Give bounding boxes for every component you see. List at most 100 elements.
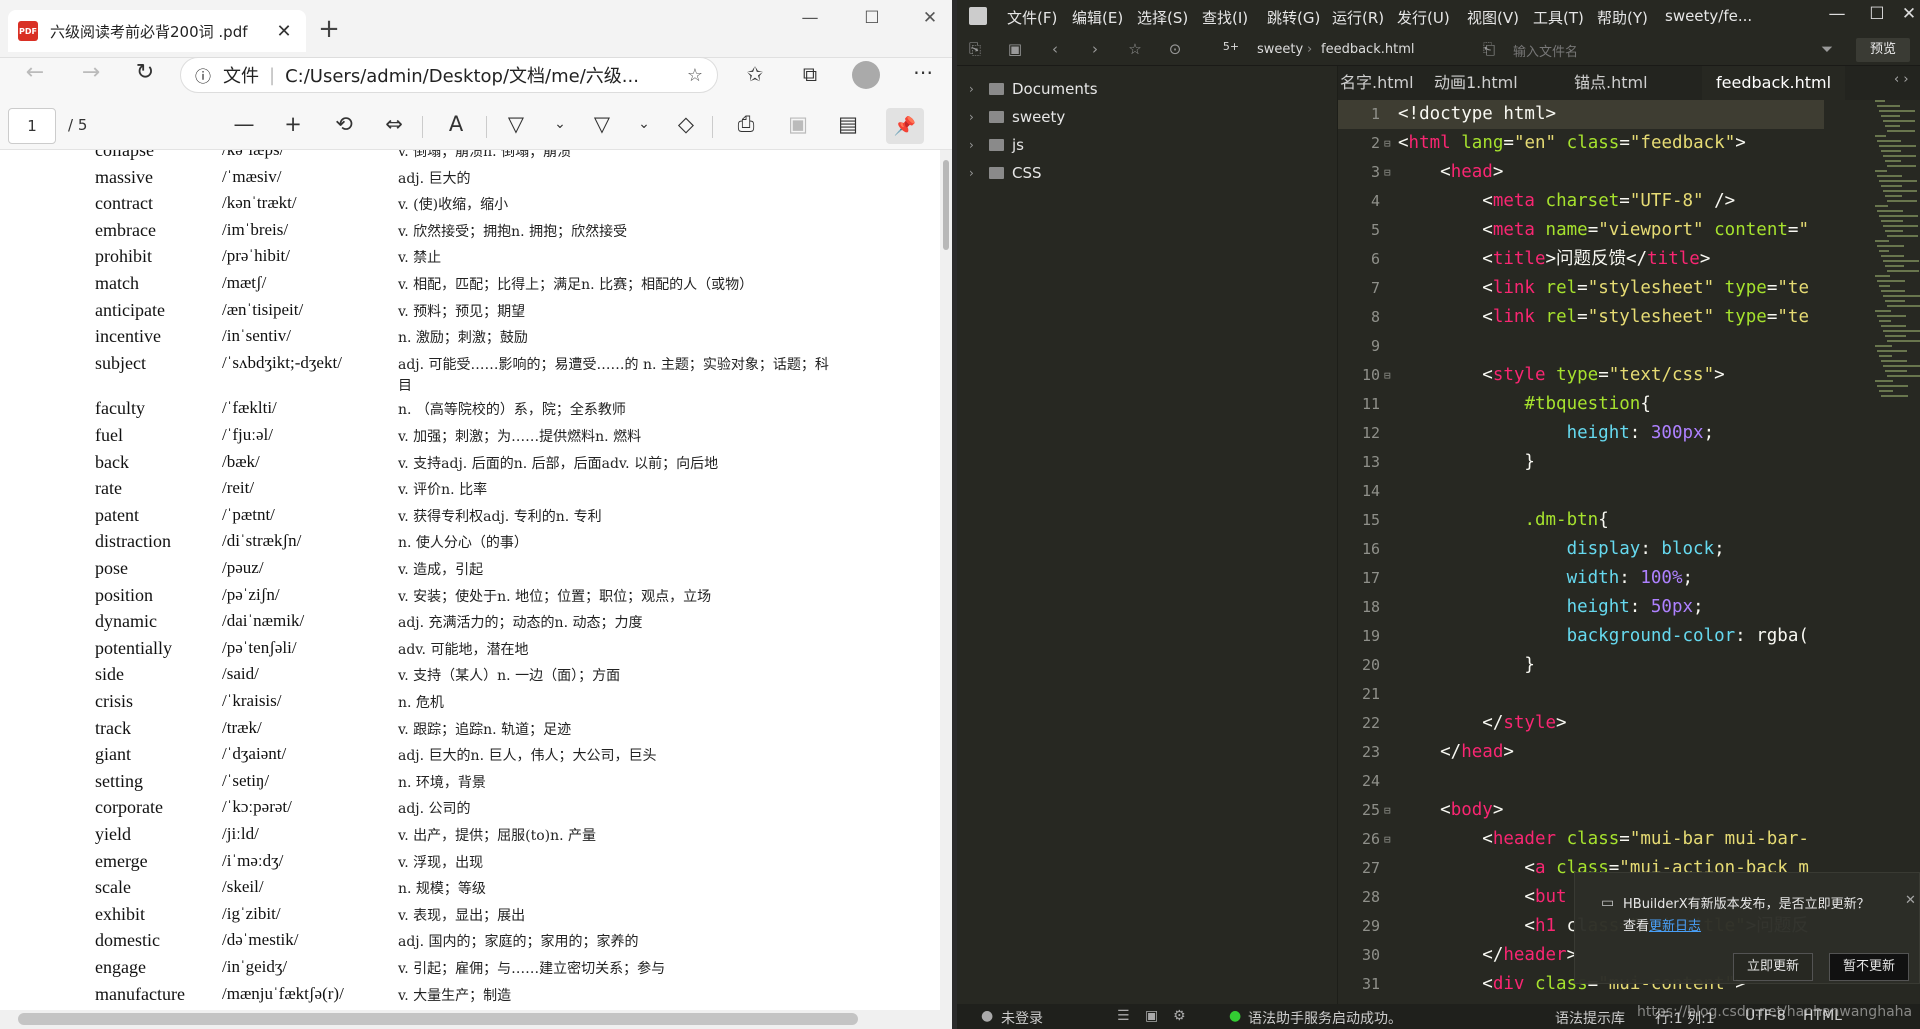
info-icon[interactable]: ⓘ	[195, 63, 211, 87]
minimap-line	[1879, 355, 1892, 357]
chevron-down-icon[interactable]: ⌄	[544, 116, 576, 132]
fold-toggle-icon[interactable]: ⊟	[1384, 158, 1391, 187]
plugin-icon[interactable]: ⚙	[1173, 1008, 1186, 1024]
editor-tab[interactable]: feedback.html	[1702, 66, 1846, 100]
print-icon[interactable]: ⎙	[730, 112, 762, 137]
fold-toggle-icon[interactable]: ⊟	[1384, 796, 1391, 825]
favorites-icon[interactable]: ✩	[739, 62, 771, 86]
more-icon[interactable]: ⋯	[907, 60, 939, 84]
editor-tab[interactable]: 动画1.html	[1420, 66, 1532, 100]
filter-icon[interactable]: ⏷	[1815, 40, 1839, 58]
horizontal-scroll-thumb[interactable]	[18, 1013, 858, 1025]
back-arrow-icon[interactable]: ‹	[1043, 40, 1067, 58]
syntax-hint[interactable]: 语法提示库	[1555, 1008, 1625, 1028]
code-text: width: 100%;	[1398, 564, 1693, 593]
minimap-line	[1881, 325, 1906, 327]
fold-toggle-icon[interactable]: ⊟	[1384, 361, 1391, 390]
close-tab-icon[interactable]: ✕	[272, 21, 296, 42]
forward-arrow-icon[interactable]: ›	[1083, 40, 1107, 58]
minimap-line	[1881, 185, 1902, 187]
code-text: </head>	[1398, 738, 1514, 767]
address-text[interactable]: C:/Users/admin/Desktop/文档/me/六级...	[285, 62, 639, 88]
forward-arrow-icon[interactable]: →	[74, 60, 108, 85]
tree-item[interactable]: › js	[969, 136, 1024, 154]
code-token: :	[1640, 539, 1662, 559]
zoom-out-icon[interactable]: —	[228, 112, 260, 136]
menu-item[interactable]: 视图(V)	[1467, 7, 1519, 28]
vocab-phonetic: /pəˈtenʃəli/	[222, 637, 297, 657]
back-arrow-icon[interactable]: ←	[18, 60, 52, 85]
tree-item[interactable]: › sweety	[969, 108, 1065, 126]
breadcrumb-file[interactable]: feedback.html	[1321, 42, 1414, 57]
tab-scroll-arrows-icon[interactable]: ‹ ›	[1894, 72, 1909, 87]
eraser-icon[interactable]: ◇	[670, 112, 702, 136]
menu-item[interactable]: 选择(S)	[1137, 7, 1188, 28]
outline-icon[interactable]: ☰	[1117, 1008, 1130, 1024]
page-number-input[interactable]: 1	[8, 108, 56, 144]
avatar[interactable]	[852, 61, 880, 89]
editor-tab[interactable]: 名字.html	[1338, 66, 1428, 100]
bookmark-star-icon[interactable]: ☆	[1123, 40, 1147, 58]
new-file-icon[interactable]: ⎘	[963, 40, 987, 58]
breadcrumb-project[interactable]: sweety	[1257, 42, 1303, 57]
menu-item[interactable]: 发行(U)	[1397, 7, 1450, 28]
breadcrumb-separator: ›	[1307, 42, 1313, 57]
chevron-right-icon[interactable]: ›	[969, 82, 981, 96]
run-icon[interactable]: ⊙	[1163, 40, 1187, 58]
maximize-icon[interactable]: ☐	[852, 8, 892, 28]
favorite-star-icon[interactable]: ☆	[687, 65, 703, 86]
menu-item[interactable]: 工具(T)	[1533, 7, 1584, 28]
menu-item[interactable]: 帮助(Y)	[1597, 7, 1648, 28]
minimap-line	[1881, 255, 1904, 257]
address-bar[interactable]: ⓘ 文件 | C:/Users/admin/Desktop/文档/me/六级..…	[180, 57, 718, 93]
vocab-word: dynamic	[95, 611, 157, 632]
close-icon[interactable]: ✕	[1905, 893, 1916, 908]
browser-tab[interactable]: PDF 六级阅读考前必背200词 .pdf ✕	[8, 10, 306, 52]
vocab-word: subject	[95, 352, 146, 373]
close-window-icon[interactable]: ✕	[1889, 4, 1920, 24]
menu-item[interactable]: 跳转(G)	[1267, 7, 1320, 28]
open-file-icon[interactable]: ⎗	[1477, 40, 1501, 58]
vocab-word: crisis	[95, 690, 133, 711]
preview-button[interactable]: 预览	[1856, 38, 1910, 62]
close-window-icon[interactable]: ✕	[910, 8, 950, 28]
new-tab-button[interactable]: +	[312, 14, 346, 44]
menu-item[interactable]: 编辑(E)	[1072, 7, 1123, 28]
collections-icon[interactable]: ⧉	[794, 62, 826, 86]
fit-page-icon[interactable]: ⇔	[378, 112, 410, 136]
vertical-scroll-thumb[interactable]	[943, 160, 949, 250]
console-icon[interactable]: ▣	[1145, 1008, 1158, 1024]
rotate-icon[interactable]: ⟲	[328, 112, 360, 136]
pin-toolbar-icon[interactable]: 📌	[886, 108, 924, 144]
file-search-input[interactable]: 输入文件名	[1507, 38, 1767, 62]
vertical-scrollbar[interactable]	[940, 150, 952, 1010]
chevron-right-icon[interactable]: ›	[969, 138, 981, 152]
login-status[interactable]: 未登录	[1001, 1008, 1043, 1028]
read-aloud-icon[interactable]: A	[440, 112, 472, 136]
minimize-icon[interactable]: —	[790, 8, 830, 28]
highlight-icon[interactable]: ▽	[586, 112, 618, 136]
tree-item[interactable]: › Documents	[969, 80, 1098, 98]
zoom-in-icon[interactable]: +	[277, 112, 309, 136]
menu-item[interactable]: sweety/fe...	[1665, 7, 1752, 25]
minimize-icon[interactable]: —	[1817, 4, 1857, 24]
save-icon[interactable]: ▣	[1003, 40, 1027, 58]
menu-item[interactable]: 查找(I)	[1202, 7, 1248, 28]
draw-icon[interactable]: ▽	[500, 112, 532, 136]
menu-item[interactable]: 运行(R)	[1332, 7, 1384, 28]
fold-toggle-icon[interactable]: ⊟	[1384, 825, 1391, 854]
code-token: 100%	[1640, 568, 1683, 588]
update-now-button[interactable]: 立即更新	[1733, 953, 1813, 981]
fold-toggle-icon[interactable]: ⊟	[1384, 129, 1391, 158]
minimap[interactable]	[1867, 100, 1920, 420]
chevron-right-icon[interactable]: ›	[969, 166, 981, 180]
menu-item[interactable]: 文件(F)	[1007, 7, 1057, 28]
chevron-right-icon[interactable]: ›	[969, 110, 981, 124]
tree-item[interactable]: › CSS	[969, 164, 1042, 182]
update-later-button[interactable]: 暂不更新	[1829, 953, 1909, 981]
editor-tab[interactable]: 锚点.html	[1560, 66, 1662, 100]
chevron-down-icon[interactable]: ⌄	[628, 116, 660, 132]
refresh-icon[interactable]: ↻	[128, 60, 162, 85]
changelog-link[interactable]: 更新日志	[1649, 915, 1701, 934]
save-as-icon[interactable]: ▤	[832, 112, 864, 136]
